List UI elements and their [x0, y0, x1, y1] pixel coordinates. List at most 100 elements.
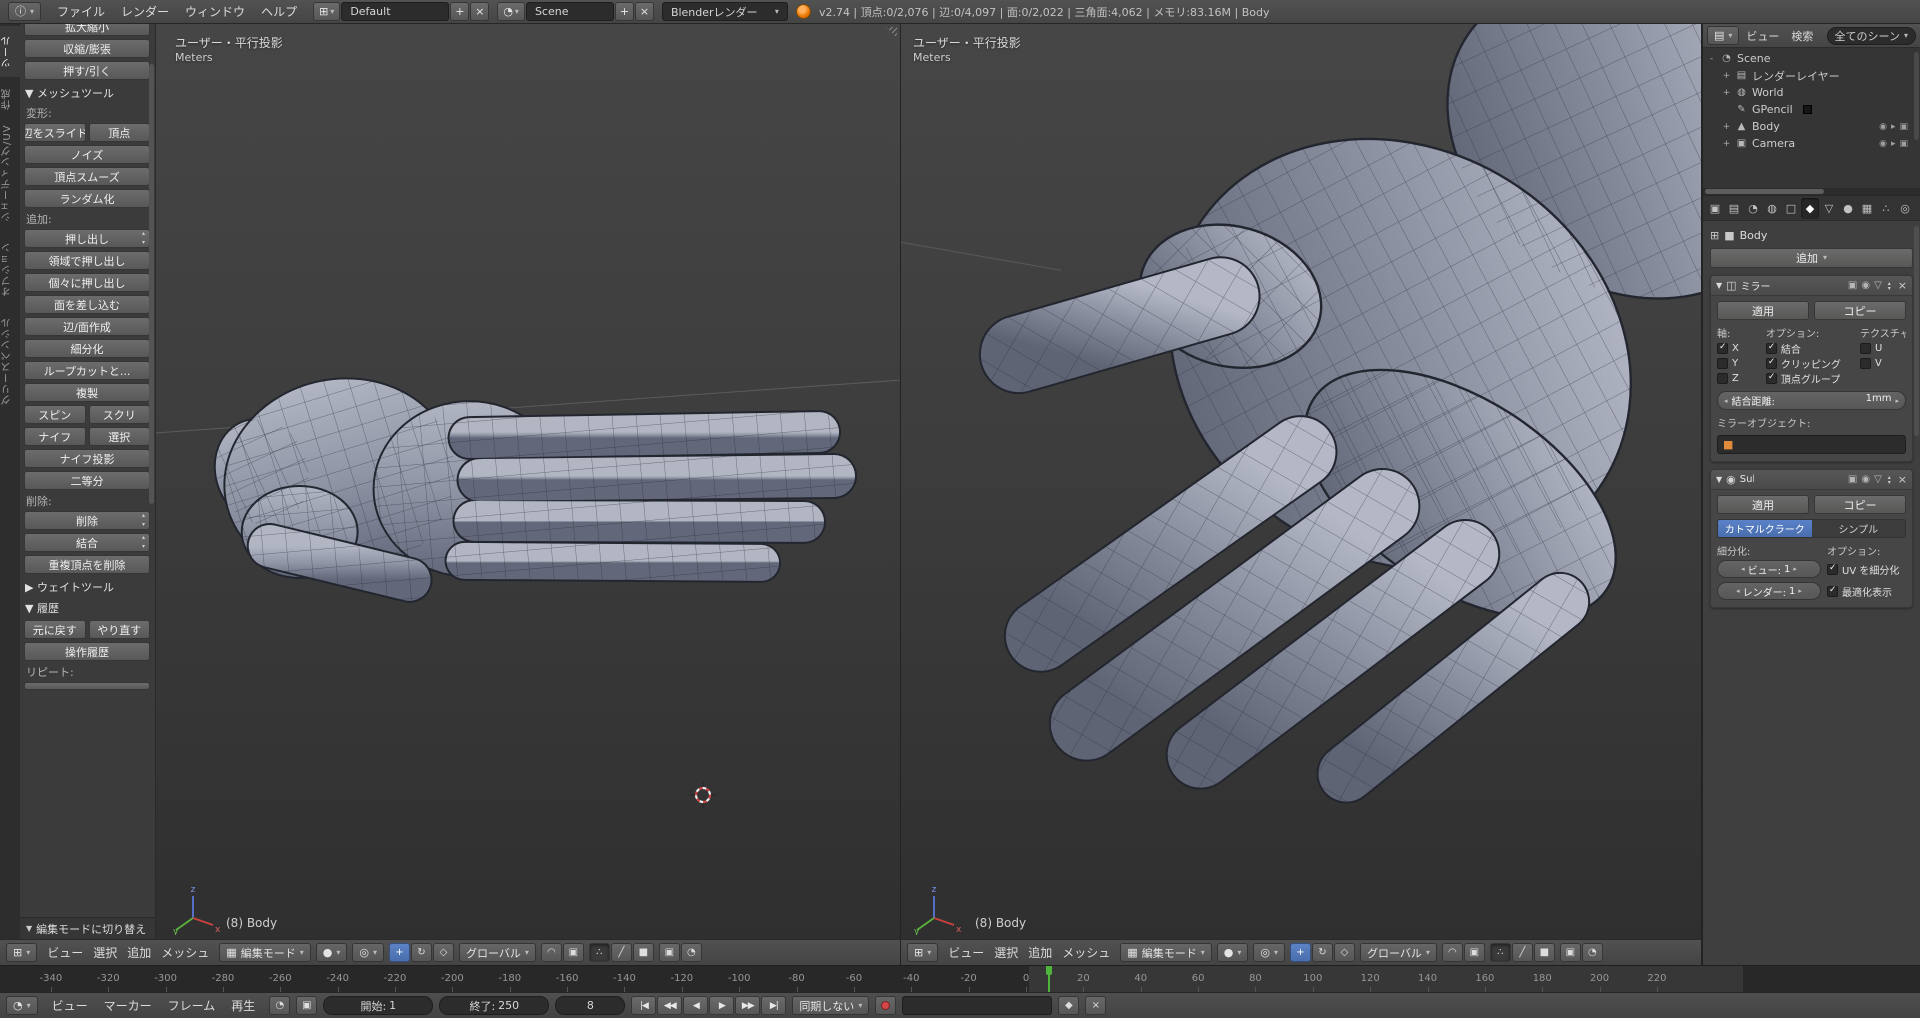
- delete-keyframe-button[interactable]: ×: [1085, 996, 1107, 1015]
- sync-dropdown[interactable]: 同期しない ▾: [792, 996, 870, 1015]
- pivot-dropdown[interactable]: ◎ ▾: [352, 943, 384, 962]
- scale-manipulator-toggle[interactable]: ◇: [1333, 943, 1355, 962]
- expander-icon[interactable]: +: [1722, 122, 1731, 132]
- move-down-button[interactable]: ▾: [1888, 285, 1891, 291]
- expander-icon[interactable]: +: [1722, 139, 1731, 149]
- slider-left-arrow-icon[interactable]: ◂: [1741, 565, 1745, 573]
- rotate-manipulator-toggle[interactable]: ↻: [1311, 943, 1333, 962]
- tool-extrude[interactable]: 押し出し: [24, 229, 150, 248]
- tool-knife-select[interactable]: 選択: [88, 427, 150, 446]
- orientation-dropdown[interactable]: グローバル ▾: [1359, 943, 1437, 962]
- play-reverse-button[interactable]: ◀: [683, 996, 709, 1015]
- mirror-apply-button[interactable]: 適用: [1717, 301, 1809, 320]
- shelf-tab[interactable]: ツール: [0, 26, 20, 77]
- outliner-view-menu[interactable]: ビュー: [1741, 28, 1784, 44]
- insert-keyframe-button[interactable]: ◆: [1058, 996, 1080, 1015]
- opengl-render-button[interactable]: ▣: [1559, 943, 1581, 962]
- shading-dropdown[interactable]: ● ▾: [315, 943, 348, 962]
- viewport-visibility-toggle[interactable]: ◉: [1861, 280, 1870, 291]
- opengl-render-animation-button[interactable]: ◔: [1581, 943, 1603, 962]
- tool-vertex-slide[interactable]: 頂点: [88, 123, 150, 142]
- shading-dropdown[interactable]: ● ▾: [1216, 943, 1249, 962]
- tool-scale[interactable]: 拡大縮小: [24, 24, 150, 36]
- catmull-clark-button[interactable]: カトマルクラーク: [1718, 520, 1812, 537]
- editor-type-button[interactable]: ⊞ ▾: [907, 943, 939, 962]
- end-frame-field[interactable]: 終了: 250: [439, 996, 550, 1015]
- outliner-item[interactable]: ✎ GPencil: [1703, 101, 1920, 118]
- outliner-v-scrollbar[interactable]: [1914, 52, 1919, 140]
- tool-noise[interactable]: ノイズ: [24, 145, 150, 164]
- properties-tab-texture[interactable]: ▦: [1858, 198, 1876, 219]
- jump-to-end-button[interactable]: ▶|: [761, 996, 787, 1015]
- tool-extrude-individual[interactable]: 個々に押し出し: [24, 273, 150, 292]
- tool-inset-faces[interactable]: 面を差し込む: [24, 295, 150, 314]
- selectability-toggle[interactable]: ▸: [1891, 122, 1896, 132]
- menu-item[interactable]: レンダー: [113, 1, 177, 22]
- properties-tab-world[interactable]: ◍: [1763, 198, 1781, 219]
- scene-add-button[interactable]: +: [614, 2, 634, 21]
- checkbox-V[interactable]: V: [1860, 356, 1906, 371]
- checkbox-頂点グループ[interactable]: 頂点グループ: [1765, 371, 1860, 386]
- tool-shrink-fatten[interactable]: 収縮/膨張: [24, 39, 150, 58]
- tool-bisect[interactable]: 二等分: [24, 471, 150, 490]
- properties-tab-modifiers[interactable]: ◆: [1801, 197, 1819, 219]
- lock-time-cursor-toggle[interactable]: ▣: [296, 996, 318, 1015]
- panel-header[interactable]: ▼ メッシュツール: [25, 85, 150, 101]
- use-preview-range-toggle[interactable]: ◔: [269, 996, 291, 1015]
- outliner-search-menu[interactable]: 検索: [1786, 28, 1818, 44]
- menu-item[interactable]: メッシュ: [1057, 942, 1115, 963]
- face-select-button[interactable]: ■: [632, 943, 654, 962]
- panel-header[interactable]: ▶ ウェイトツール: [25, 579, 150, 595]
- tool-knife-project[interactable]: ナイフ投影: [24, 449, 150, 468]
- opengl-render-button[interactable]: ▣: [658, 943, 680, 962]
- mirror-modifier-header[interactable]: ▼ ◫ ミラー ▣ ◉ ▽ ▴ ▾ ×: [1711, 276, 1912, 296]
- shelf-tab[interactable]: グリースペンシル: [0, 308, 20, 414]
- scale-manipulator-toggle[interactable]: ◇: [432, 943, 454, 962]
- tool-undo-history[interactable]: 操作履歴: [24, 642, 150, 661]
- outliner-item[interactable]: + ▤ レンダーレイヤー: [1703, 67, 1920, 84]
- collapse-icon[interactable]: ▼: [1716, 475, 1722, 484]
- menu-item[interactable]: マーカー: [96, 995, 160, 1016]
- menu-item[interactable]: 追加: [1023, 942, 1057, 963]
- slider-left-arrow-icon[interactable]: ◂: [1736, 587, 1740, 595]
- current-frame-field[interactable]: 8: [555, 996, 626, 1015]
- layout-add-button[interactable]: +: [450, 2, 470, 21]
- tool-undo[interactable]: 元に戻す: [24, 620, 86, 639]
- modifier-name[interactable]: Subsurf: [1740, 474, 1754, 485]
- vertex-select-button[interactable]: ∴: [588, 943, 610, 962]
- outliner-item[interactable]: + ▣ Camera ◉ ▸ ▣: [1703, 135, 1920, 152]
- menu-item[interactable]: ビュー: [42, 942, 88, 963]
- menu-item[interactable]: ウィンドウ: [177, 1, 253, 22]
- menu-item[interactable]: ヘルプ: [253, 1, 305, 22]
- pivot-dropdown[interactable]: ◎ ▾: [1253, 943, 1285, 962]
- add-modifier-button[interactable]: 追加 ▾: [1710, 248, 1913, 268]
- slider-right-arrow-icon[interactable]: ▸: [1798, 587, 1802, 595]
- menu-item[interactable]: ビュー: [44, 995, 96, 1016]
- menu-item[interactable]: 追加: [122, 942, 156, 963]
- outliner-item[interactable]: + ◍ World: [1703, 84, 1920, 101]
- start-frame-field[interactable]: 開始: 1: [323, 996, 434, 1015]
- checkbox-クリッピング[interactable]: クリッピング: [1765, 356, 1860, 371]
- menu-item[interactable]: ファイル: [49, 1, 113, 22]
- menu-item[interactable]: フレーム: [160, 995, 224, 1016]
- snap-element-dropdown[interactable]: ▣: [1463, 943, 1485, 962]
- tool-edge-slide[interactable]: 辺をスライド: [24, 123, 86, 142]
- outliner-item[interactable]: + ▲ Body ◉ ▸ ▣: [1703, 118, 1920, 135]
- scene-browse-button[interactable]: ◔ ▾: [497, 2, 525, 21]
- tool-duplicate[interactable]: 複製: [24, 383, 150, 402]
- mirror-copy-button[interactable]: コピー: [1814, 301, 1906, 320]
- subsurf-modifier-header[interactable]: ▼ ◉ Subsurf ▣ ◉ ▽ ▴▾ ×: [1711, 470, 1912, 490]
- shelf-tab[interactable]: シェーディング/UV: [0, 121, 20, 231]
- shelf-tab[interactable]: オプション: [0, 233, 20, 306]
- outliner-h-scrollbar[interactable]: [1703, 188, 1920, 195]
- tool-make-edge-face[interactable]: 辺/面作成: [24, 317, 150, 336]
- properties-tab-scene[interactable]: ◔: [1744, 198, 1762, 219]
- checkbox-Y[interactable]: Y: [1717, 356, 1766, 371]
- mirror-object-dropdown[interactable]: ■: [1717, 435, 1906, 454]
- mode-dropdown[interactable]: ▦ 編集モード ▾: [1120, 943, 1212, 962]
- rotate-manipulator-toggle[interactable]: ↻: [410, 943, 432, 962]
- checkbox-optimal-display[interactable]: 最適化表示: [1827, 584, 1906, 599]
- outliner-display-filter[interactable]: 全てのシーン ▾: [1826, 26, 1916, 45]
- slider-right-arrow-icon[interactable]: ▸: [1793, 565, 1797, 573]
- tool-remove-doubles[interactable]: 重複頂点を削除: [24, 555, 150, 574]
